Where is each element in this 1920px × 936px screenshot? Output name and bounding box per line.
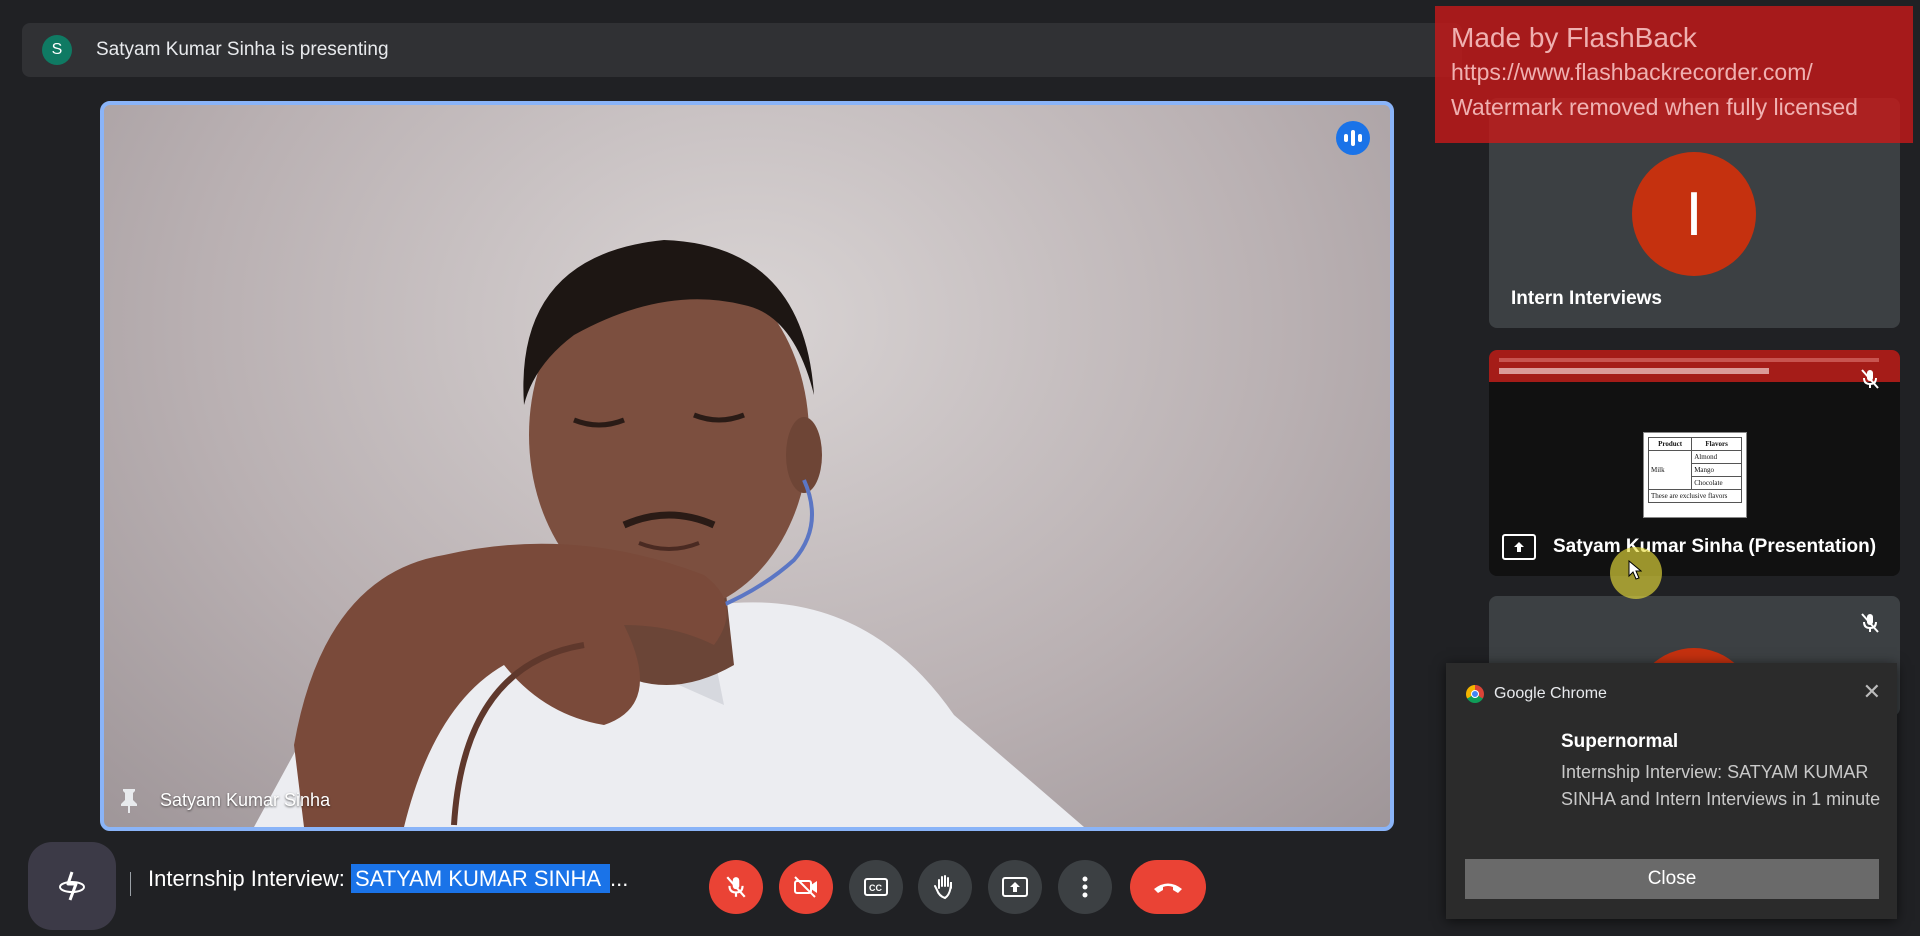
meeting-title-suffix: ... [610, 866, 629, 891]
present-to-all-icon [1502, 534, 1536, 560]
mic-off-icon [726, 876, 746, 898]
table-cell: Chocolate [1691, 476, 1742, 490]
presentation-tile[interactable]: Product Flavors Milk Almond Mango Chocolat… [1489, 350, 1900, 576]
main-tile-label: Satyam Kumar Sinha [118, 787, 330, 813]
divider [130, 872, 131, 896]
notification-header: Google Chrome [1466, 685, 1607, 703]
notification-app-name: Google Chrome [1494, 685, 1607, 702]
watermark-line: https://www.flashbackrecorder.com/ [1451, 59, 1813, 85]
presenting-text: Satyam Kumar Sinha is presenting [96, 39, 389, 60]
close-icon[interactable]: ✕ [1863, 679, 1881, 705]
shared-screen-browser-bar [1489, 350, 1900, 382]
raise-hand-button[interactable] [918, 860, 972, 914]
present-screen-icon [1002, 877, 1028, 897]
table-footer: These are exclusive flavors [1648, 489, 1742, 503]
table-cell: Milk [1647, 450, 1693, 490]
mic-off-icon [1861, 613, 1879, 633]
leave-call-button[interactable] [1130, 860, 1206, 914]
closed-captions-icon: CC [864, 878, 888, 896]
watermark-line: Watermark removed when fully licensed [1451, 94, 1858, 120]
table-header: Flavors [1691, 437, 1742, 451]
chrome-icon [1466, 685, 1484, 703]
participant-video [254, 240, 1084, 827]
meeting-title-selected: SATYAM KUMAR SINHA [350, 864, 610, 893]
raise-hand-icon [934, 875, 952, 900]
mouse-cursor-icon [1628, 560, 1642, 580]
participant-avatar: I [1632, 152, 1756, 276]
meeting-controls-bar: Internship Interview: SATYAM KUMAR SINHA… [0, 836, 1920, 936]
watermark-line: Made by FlashBack [1451, 22, 1697, 53]
activities-button[interactable] [28, 842, 116, 930]
meeting-title-prefix: Internship Interview: [148, 866, 351, 891]
activities-icon [59, 871, 85, 901]
presenter-avatar: S [42, 35, 72, 65]
participant-name: Satyam Kumar Sinha [160, 789, 331, 810]
notification-title: Supernormal [1561, 731, 1679, 752]
notification-body: Internship Interview: SATYAM KUMAR SINHA… [1561, 762, 1881, 809]
mic-off-icon [1861, 369, 1879, 389]
microphone-toggle-button[interactable] [709, 860, 763, 914]
shared-table-preview: Product Flavors Milk Almond Mango Chocolat… [1643, 432, 1747, 518]
audio-level-icon [1336, 121, 1370, 155]
table-cell: Almond [1691, 450, 1742, 464]
camera-off-icon [794, 876, 817, 898]
recorder-watermark: Made by FlashBack https://www.flashbackr… [1435, 6, 1913, 143]
main-video-tile[interactable]: Satyam Kumar Sinha [100, 101, 1394, 831]
pin-icon[interactable] [118, 787, 140, 813]
table-header: Product [1647, 437, 1693, 451]
svg-text:CC: CC [869, 883, 882, 893]
more-options-button[interactable] [1058, 860, 1112, 914]
presenting-banner: S Satyam Kumar Sinha is presenting [22, 23, 1462, 77]
present-screen-button[interactable] [988, 860, 1042, 914]
camera-toggle-button[interactable] [779, 860, 833, 914]
participant-name: Intern Interviews [1511, 288, 1662, 309]
more-options-icon [1082, 876, 1088, 898]
captions-button[interactable]: CC [849, 860, 903, 914]
table-cell: Mango [1691, 463, 1742, 477]
end-call-icon [1154, 883, 1182, 893]
participant-name: Satyam Kumar Sinha (Presentation) [1553, 536, 1877, 557]
meeting-title: Internship Interview: SATYAM KUMAR SINHA… [148, 864, 629, 893]
